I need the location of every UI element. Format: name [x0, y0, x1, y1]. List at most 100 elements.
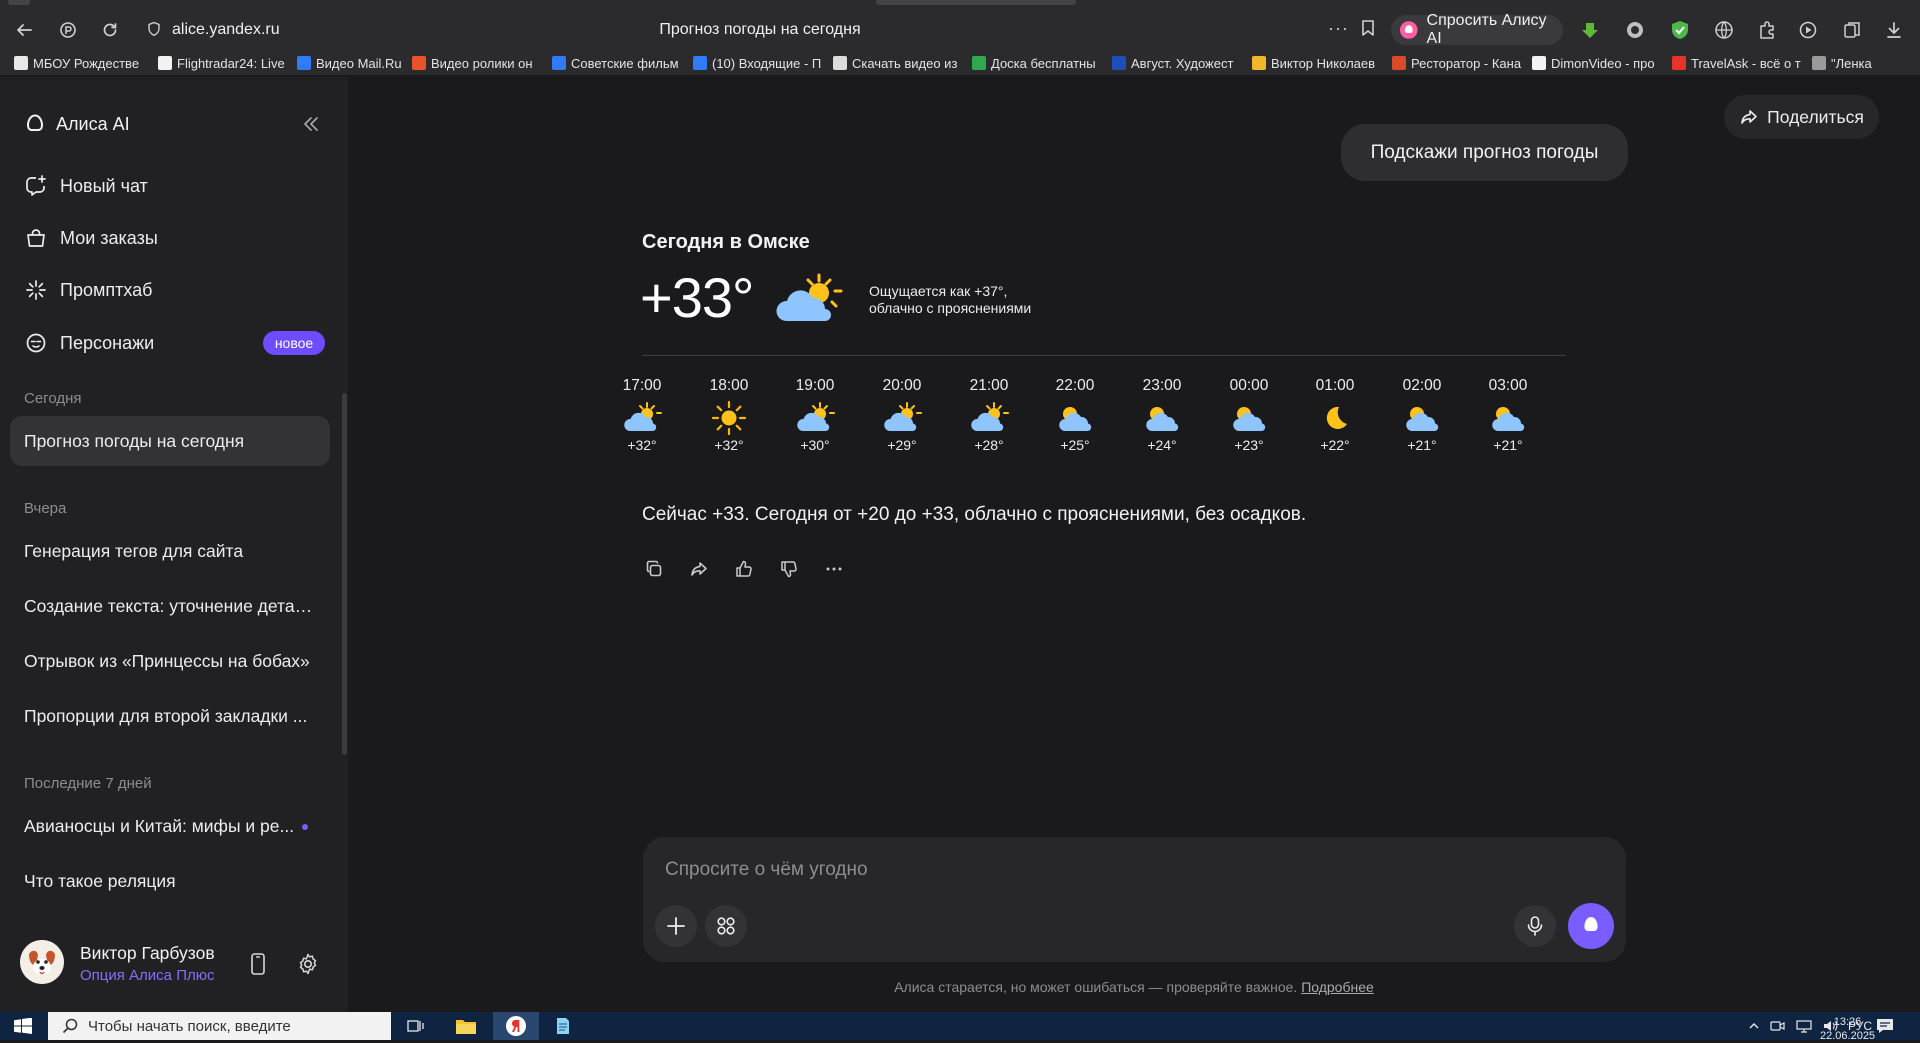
taskbar: Чтобы начать поиск, введите РУС 13:26 22…	[0, 1012, 1920, 1043]
download-extension-icon[interactable]	[1580, 20, 1600, 40]
hour-temperature: +28°	[974, 437, 1004, 453]
feels-like-info: Ощущается как +37°, облачно с прояснения…	[869, 283, 1031, 317]
message-input[interactable]	[665, 859, 1565, 881]
sidebar-item-new-chat[interactable]: Новый чат	[24, 174, 148, 198]
collections-icon[interactable]	[1842, 20, 1862, 40]
gear-icon[interactable]	[296, 952, 320, 976]
extensions-puzzle-icon[interactable]	[1757, 20, 1777, 40]
clock[interactable]: 13:26 22.06.2025	[1820, 1015, 1875, 1043]
share-button[interactable]: Поделиться	[1724, 95, 1879, 139]
tab-edge[interactable]	[8, 0, 30, 5]
bookmark-label: (10) Входящие - П	[712, 55, 822, 71]
adguard-shield-icon[interactable]	[1670, 20, 1690, 40]
yandex-browser-taskbar-button[interactable]	[493, 1012, 539, 1040]
bookmark-item[interactable]: DimonVideo - про	[1532, 54, 1662, 72]
voice-input-button[interactable]	[1514, 905, 1556, 947]
downloads-icon[interactable]	[1884, 20, 1904, 40]
windows-start-icon[interactable]	[14, 1018, 32, 1034]
avatar[interactable]	[20, 940, 64, 984]
bookmark-item[interactable]: "Ленка	[1812, 54, 1912, 72]
hour-time: 19:00	[795, 377, 835, 394]
bookmark-label: Ресторатор - Кана	[1411, 55, 1522, 71]
disclaimer-link[interactable]: Подробнее	[1301, 979, 1374, 995]
bookmark-favicon-icon	[297, 56, 311, 70]
bookmark-label: Видео ролики он	[431, 55, 533, 71]
partly-cloudy-day-icon	[882, 401, 922, 435]
notifications-icon[interactable]	[1876, 1018, 1894, 1034]
tools-button[interactable]	[705, 905, 747, 947]
more-actions-button[interactable]	[822, 557, 846, 581]
add-attachment-button[interactable]	[655, 905, 697, 947]
weather-title: Сегодня в Омске	[642, 231, 810, 253]
copy-button[interactable]	[642, 557, 666, 581]
collapse-sidebar-icon[interactable]	[302, 115, 320, 133]
cloudy-evening-icon	[1142, 401, 1182, 435]
hour-temperature: +25°	[1060, 437, 1090, 453]
dislike-button[interactable]	[777, 557, 801, 581]
reload-button[interactable]	[98, 18, 122, 42]
file-explorer-button[interactable]	[443, 1012, 489, 1040]
bookmark-favicon-icon	[1112, 56, 1126, 70]
sidebar-item-label: Промптхаб	[60, 279, 153, 300]
media-play-icon[interactable]	[1798, 20, 1818, 40]
user-plan[interactable]: Опция Алиса Плюс	[80, 967, 214, 984]
ask-alice-button[interactable]: Спросить Алису AI	[1391, 12, 1563, 47]
bookmark-item[interactable]: Видео ролики он	[412, 54, 540, 72]
chat-item[interactable]: Создание текста: уточнение детал...	[24, 596, 319, 617]
send-button[interactable]	[1568, 903, 1614, 949]
protect-button[interactable]	[56, 18, 80, 42]
hour-temperature: +32°	[714, 437, 744, 453]
meet-now-icon[interactable]	[1770, 1019, 1786, 1033]
bookmark-item[interactable]: (10) Входящие - П	[693, 54, 823, 72]
sidebar-brand[interactable]: Алиса AI	[24, 113, 130, 135]
record-extension-icon[interactable]	[1625, 20, 1645, 40]
notepad-taskbar-button[interactable]	[540, 1012, 586, 1040]
sidebar-scrollbar[interactable]	[342, 393, 347, 755]
alice-logo-icon	[1399, 21, 1418, 39]
globe-extension-icon[interactable]	[1714, 20, 1734, 40]
bookmark-item[interactable]: МБОУ Рождестве	[14, 54, 144, 72]
bookmark-favicon-icon	[1672, 56, 1686, 70]
chat-item[interactable]: Отрывок из «Принцессы на бобах»	[24, 651, 319, 672]
address-bar[interactable]: alice.yandex.ru Прогноз погоды на сегодн…	[138, 15, 1386, 44]
chat-item[interactable]: Пропорции для второй закладки ...	[24, 706, 319, 727]
partly-cloudy-day-icon	[776, 273, 843, 321]
notepad-icon	[557, 1018, 569, 1034]
bookmark-item[interactable]: Виктор Николаев	[1252, 54, 1382, 72]
share-answer-button[interactable]	[687, 557, 711, 581]
taskbar-search[interactable]: Чтобы начать поиск, введите	[48, 1012, 391, 1040]
bookmark-item[interactable]: Август. Художест	[1112, 54, 1242, 72]
more-dots-icon	[826, 567, 842, 571]
like-button[interactable]	[732, 557, 756, 581]
bookmark-item[interactable]: Flightradar24: Live	[158, 54, 288, 72]
more-options-button[interactable]: ···	[1328, 18, 1349, 39]
grid-icon	[717, 917, 735, 935]
back-button[interactable]	[12, 18, 36, 42]
hour-time: 18:00	[709, 377, 749, 394]
chat-item-active[interactable]: Прогноз погоды на сегодня	[24, 431, 319, 452]
copy-icon	[646, 560, 662, 577]
task-view-button[interactable]	[393, 1012, 439, 1040]
chat-item[interactable]: Авианосцы и Китай: мифы и ре...	[24, 816, 299, 837]
tab-edge[interactable]	[876, 0, 1076, 5]
bookmark-item[interactable]: Доска бесплатны	[972, 54, 1102, 72]
phone-icon[interactable]	[249, 952, 267, 976]
hour-temperature: +23°	[1234, 437, 1264, 453]
network-icon[interactable]	[1796, 1019, 1812, 1033]
url-text[interactable]: alice.yandex.ru	[172, 21, 280, 39]
sidebar-item-characters[interactable]: Персонажи	[24, 331, 154, 355]
chevron-up-icon[interactable]	[1748, 1020, 1760, 1032]
bookmark-item[interactable]: Ресторатор - Кана	[1392, 54, 1522, 72]
bookmark-item[interactable]: Скачать видео из	[833, 54, 963, 72]
bookmark-item[interactable]: Советские фильм	[552, 54, 682, 72]
chat-item[interactable]: Генерация тегов для сайта	[24, 541, 319, 562]
sidebar-item-prompthub[interactable]: Промптхаб	[24, 278, 152, 302]
bookmark-label: Скачать видео из	[852, 55, 958, 71]
sidebar-item-orders[interactable]: Мои заказы	[24, 226, 158, 250]
user-name[interactable]: Виктор Гарбузов	[80, 943, 215, 964]
bookmark-item[interactable]: TravelAsk - всё о т	[1672, 54, 1804, 72]
chat-item[interactable]: Что такое реляция	[24, 871, 319, 892]
bookmark-icon[interactable]	[1360, 19, 1376, 37]
back-arrow-icon	[17, 24, 32, 36]
bookmark-item[interactable]: Видео Mail.Ru	[297, 54, 405, 72]
